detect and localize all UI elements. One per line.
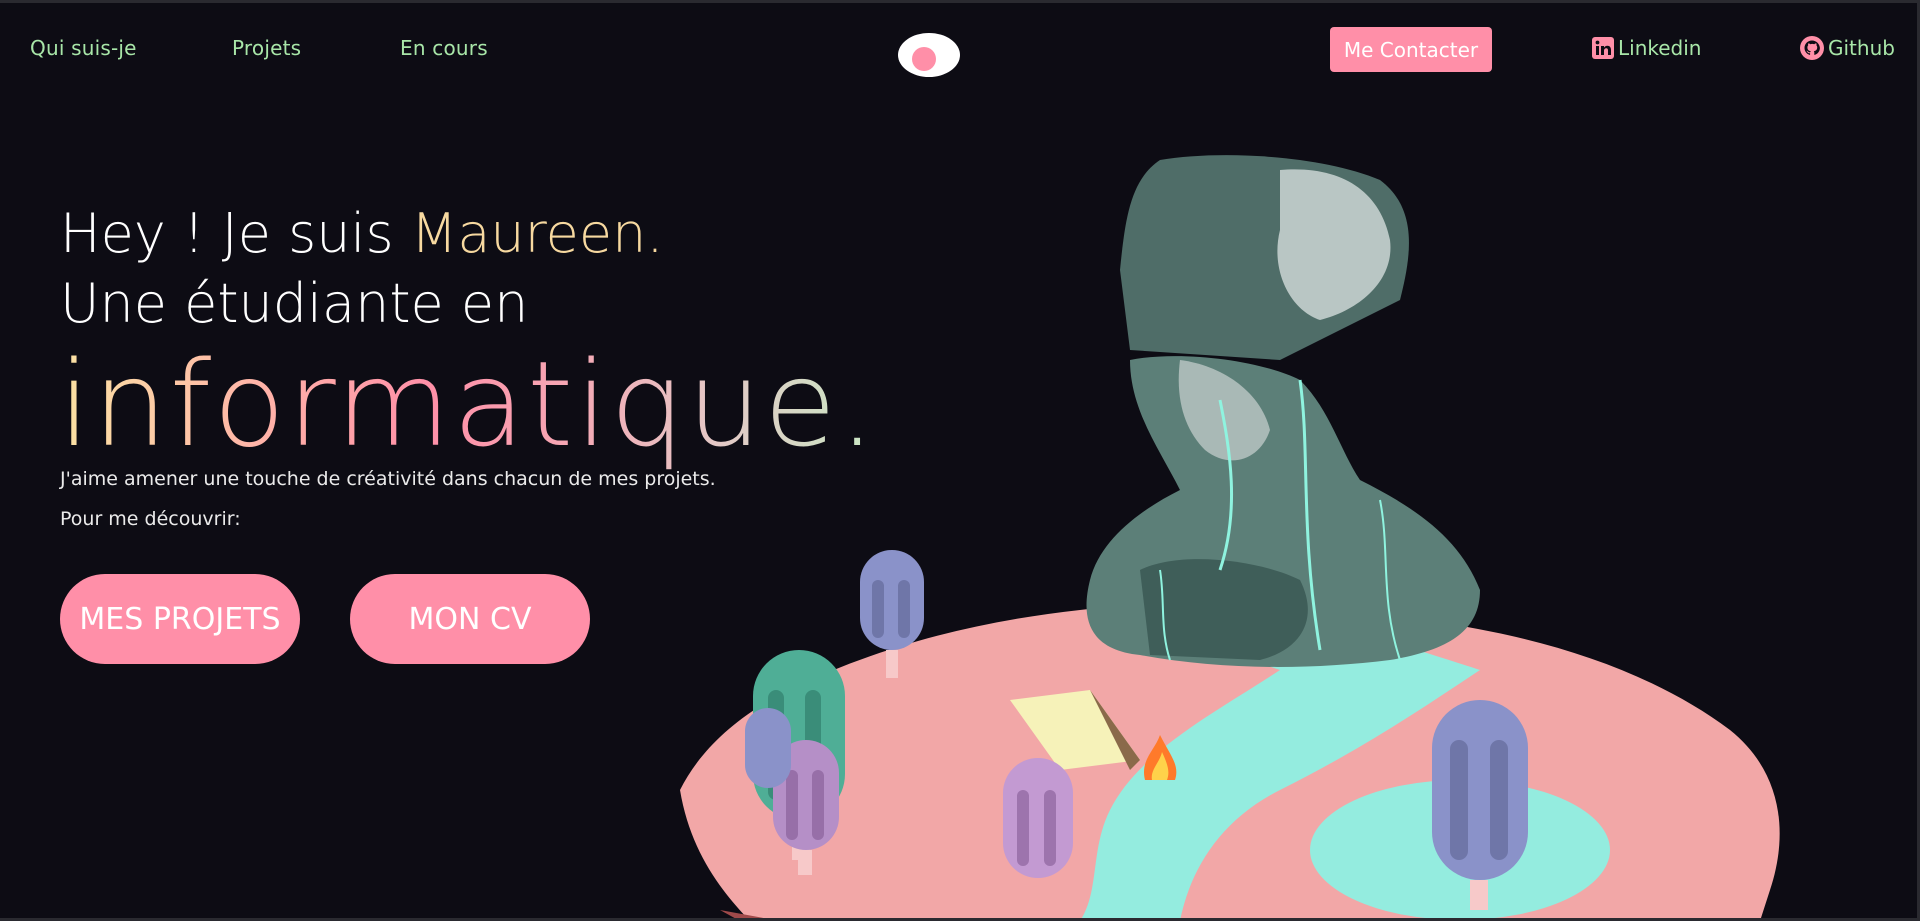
- hero-name: Maureen.: [410, 202, 664, 265]
- statue-bust: [1086, 155, 1480, 667]
- github-icon: [1800, 36, 1824, 60]
- hero-discover: Pour me découvrir:: [60, 508, 241, 530]
- window-top-border: [0, 0, 1920, 3]
- linkedin-label: Linkedin: [1618, 36, 1702, 60]
- popsicle-blue-small: [745, 708, 791, 788]
- linkedin-link[interactable]: Linkedin: [1592, 36, 1701, 60]
- cv-button[interactable]: MON CV: [350, 574, 590, 664]
- hero-illustration: [680, 155, 1780, 921]
- eye-logo-icon[interactable]: [898, 33, 960, 77]
- popsicle-purple-mid: [1003, 758, 1073, 878]
- hero-greeting: Hey ! Je suis Maureen.: [60, 202, 664, 265]
- nav-link-projects[interactable]: Projets: [232, 36, 301, 60]
- linkedin-icon: [1592, 37, 1614, 59]
- hero-subtitle: Une étudiante en: [60, 272, 529, 335]
- hero-intro: J'aime amener une touche de créativité d…: [60, 468, 716, 490]
- github-label: Github: [1828, 36, 1895, 60]
- nav-link-about[interactable]: Qui suis-je: [30, 36, 137, 60]
- hero-greeting-prefix: Hey ! Je suis: [60, 202, 411, 265]
- contact-button[interactable]: Me Contacter: [1330, 27, 1492, 72]
- nav-link-ongoing[interactable]: En cours: [400, 36, 488, 60]
- github-link[interactable]: Github: [1800, 36, 1895, 60]
- projects-button[interactable]: MES PROJETS: [60, 574, 300, 664]
